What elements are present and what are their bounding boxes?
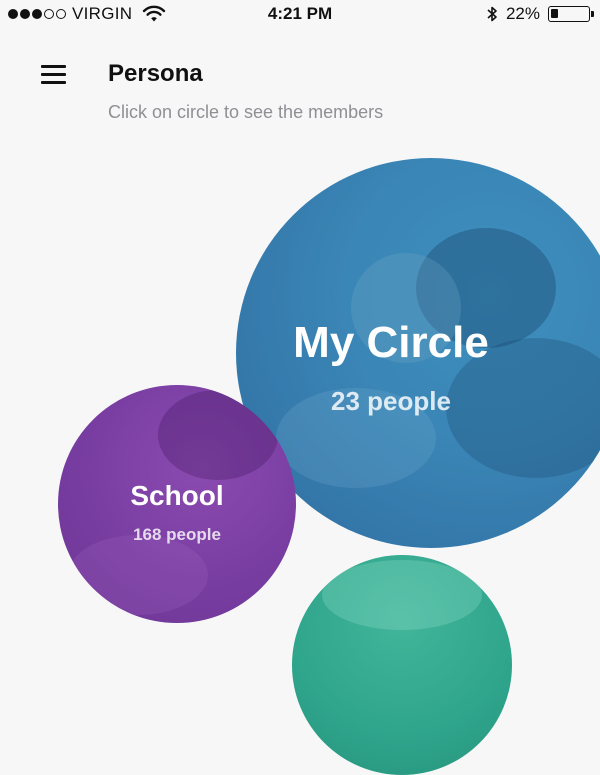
menu-icon-line: [41, 73, 66, 76]
circle-title: School: [130, 480, 224, 511]
bluetooth-icon: [487, 6, 497, 22]
circle-title: My Circle: [293, 318, 489, 367]
page-subtitle: Click on circle to see the members: [108, 102, 384, 122]
battery-percent: 22%: [505, 4, 540, 23]
circle-school[interactable]: School 168 people: [58, 385, 296, 623]
battery-fill: [551, 9, 558, 18]
menu-icon-line: [41, 65, 66, 68]
status-bar: VIRGIN 4:21 PM 22%: [0, 0, 600, 32]
menu-icon-line: [41, 81, 66, 84]
circle-third[interactable]: [292, 555, 512, 775]
circle-member-count: 168 people: [133, 525, 221, 544]
status-right: 22%: [486, 4, 594, 24]
circle-photo: [322, 560, 482, 630]
page-title: Persona: [108, 60, 203, 87]
menu-icon[interactable]: [38, 62, 70, 88]
battery-icon: [548, 6, 594, 22]
